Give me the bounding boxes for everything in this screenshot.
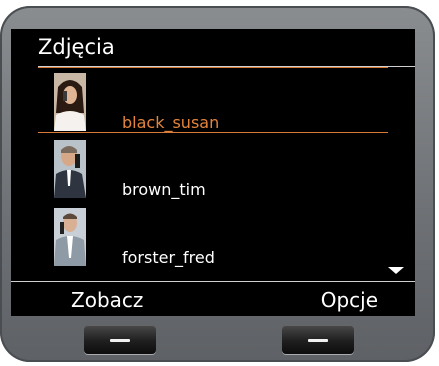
scroll-down-icon[interactable]: [388, 267, 404, 274]
person-photo-icon: [54, 140, 86, 198]
left-softkey-button[interactable]: [84, 325, 156, 354]
list-item-label: brown_tim: [122, 180, 206, 199]
person-photo-icon: [54, 73, 86, 131]
softkey-right-label[interactable]: Opcje: [321, 288, 378, 312]
right-softkey-button[interactable]: [282, 325, 354, 354]
list-item-label: forster_fred: [122, 248, 215, 267]
person-photo-icon: [54, 208, 86, 266]
softkey-bar: Zobacz Opcje: [11, 281, 415, 316]
screen-title: Zdjęcia: [38, 35, 115, 59]
list-item-forster-fred[interactable]: forster_fred: [38, 203, 388, 269]
softkey-left-label[interactable]: Zobacz: [71, 288, 143, 312]
minus-icon: [110, 339, 130, 342]
list-item-label: black_susan: [122, 113, 220, 132]
phone-device: Zdjęcia black_susan brown_tim forster_fr…: [0, 6, 435, 362]
minus-icon: [308, 339, 328, 342]
list-item-black-susan[interactable]: black_susan: [38, 67, 388, 133]
display-screen: Zdjęcia black_susan brown_tim forster_fr…: [11, 29, 415, 316]
list-item-brown-tim[interactable]: brown_tim: [38, 135, 388, 201]
